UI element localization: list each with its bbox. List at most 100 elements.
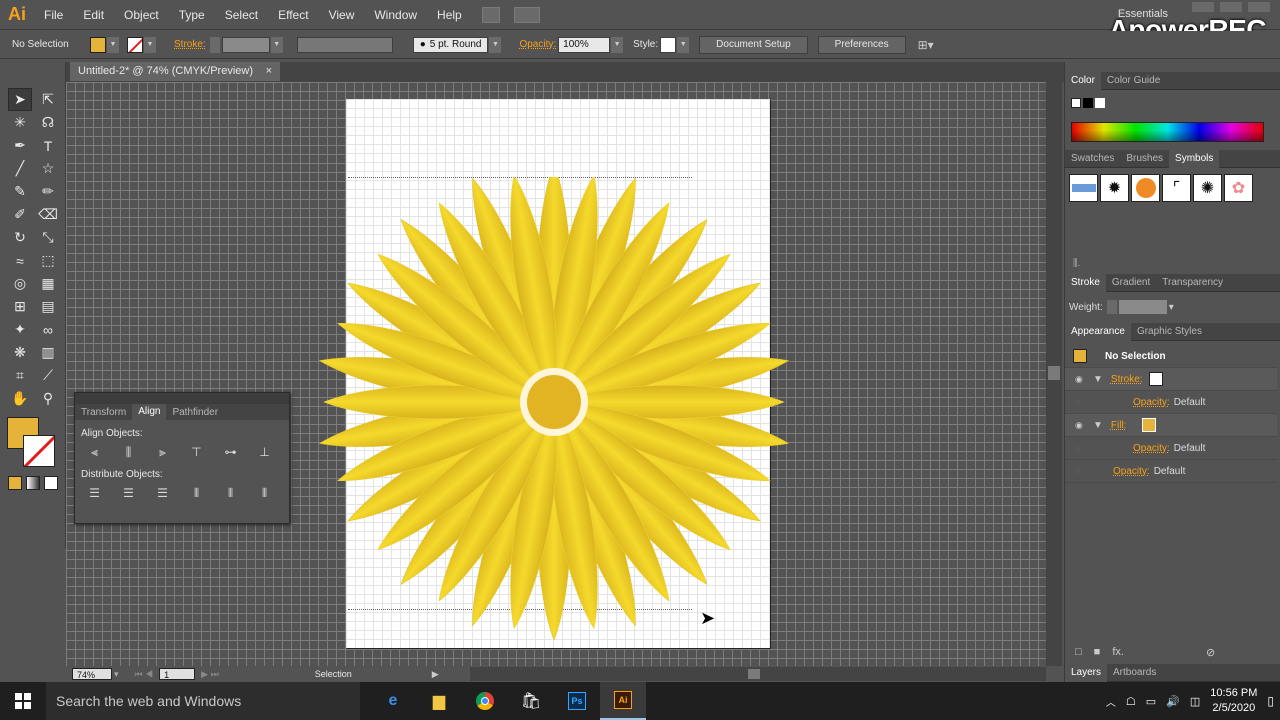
appearance-stroke-row[interactable]: ◉ ▼ Stroke: <box>1065 368 1277 391</box>
selection-tool-icon[interactable]: ➤ <box>8 88 32 111</box>
menu-type[interactable]: Type <box>169 8 215 22</box>
blob-brush-tool-icon[interactable]: ✐ <box>8 203 32 226</box>
menu-select[interactable]: Select <box>215 8 268 22</box>
gradient-mode-icon[interactable] <box>26 476 40 490</box>
arrange-icon[interactable]: ⊞▾ <box>918 38 934 52</box>
distribute-top-icon[interactable]: ☰ <box>83 484 106 502</box>
pencil-tool-icon[interactable]: ✏ <box>36 180 60 203</box>
tab-brushes[interactable]: Brushes <box>1120 150 1169 168</box>
appearance-stroke-label[interactable]: Stroke: <box>1111 374 1143 385</box>
tab-stroke[interactable]: Stroke <box>1065 273 1106 292</box>
stroke-dropdown[interactable]: ▼ <box>144 36 156 53</box>
menu-file[interactable]: File <box>34 8 73 22</box>
stroke-weight-field[interactable] <box>221 36 270 53</box>
tab-swatches[interactable]: Swatches <box>1065 150 1120 168</box>
next-artboard-icon[interactable]: ▶ ⏭ <box>201 669 219 680</box>
tab-color-guide[interactable]: Color Guide <box>1101 72 1166 90</box>
symbol-blue-banner-icon[interactable] <box>1069 174 1098 202</box>
new-fill-icon[interactable]: ■ <box>1094 646 1101 659</box>
tab-align[interactable]: Align <box>132 404 167 420</box>
preferences-button[interactable]: Preferences <box>817 35 906 54</box>
none-mode-icon[interactable] <box>44 476 58 490</box>
distribute-left-icon[interactable]: ⫴ <box>185 484 208 502</box>
artboard-tool-icon[interactable]: ⌗ <box>8 364 32 387</box>
paintbrush-tool-icon[interactable]: ✎ <box>8 180 32 203</box>
tray-chevron-icon[interactable]: ︿ <box>1106 694 1116 709</box>
line-tool-icon[interactable]: ╱ <box>8 157 32 180</box>
star-tool-icon[interactable]: ☆ <box>36 157 60 180</box>
scale-tool-icon[interactable]: ⤡ <box>36 226 60 249</box>
white-swatch[interactable] <box>1095 98 1105 108</box>
pen-tool-icon[interactable]: ✒ <box>8 134 32 157</box>
fx-icon[interactable]: fx. <box>1112 646 1124 659</box>
opacity-label[interactable]: Opacity: <box>519 39 556 50</box>
menu-object[interactable]: Object <box>114 8 169 22</box>
shape-builder-tool-icon[interactable]: ◎ <box>8 272 32 295</box>
status-menu-icon[interactable]: ▶ <box>432 669 439 680</box>
tab-graphic-styles[interactable]: Graphic Styles <box>1131 323 1208 341</box>
system-clock[interactable]: 10:56 PM 2/5/2020 <box>1210 686 1257 716</box>
gradient-tool-icon[interactable]: ▤ <box>36 295 60 318</box>
align-bottom-icon[interactable]: ⊥ <box>253 443 276 461</box>
distribute-bottom-icon[interactable]: ☰ <box>151 484 174 502</box>
stroke-color-box[interactable] <box>23 435 55 467</box>
eraser-tool-icon[interactable]: ⌫ <box>36 203 60 226</box>
appearance-fill-swatch[interactable] <box>1142 418 1157 432</box>
lasso-tool-icon[interactable]: ☊ <box>36 111 60 134</box>
first-artboard-icon[interactable]: ⏮ ◀ <box>135 669 154 680</box>
new-stroke-icon[interactable]: □ <box>1075 646 1082 659</box>
fill-swatch[interactable] <box>90 36 106 53</box>
fill-opacity-visibility-icon[interactable]: ◌ <box>1075 443 1089 453</box>
stroke-visibility-icon[interactable]: ◉ <box>1075 374 1089 385</box>
symbol-flower-icon[interactable]: ✿ <box>1224 174 1253 202</box>
stroke-disclosure-icon[interactable]: ▼ <box>1093 374 1103 385</box>
volume-icon[interactable]: 🔊 <box>1166 695 1180 708</box>
variable-width-profile[interactable] <box>296 36 393 53</box>
color-spectrum[interactable] <box>1071 122 1264 142</box>
brush-dropdown[interactable]: ▼ <box>489 36 502 53</box>
stroke-swatch[interactable] <box>127 36 143 53</box>
arrange-documents-button[interactable] <box>513 6 540 23</box>
symbol-frame-icon[interactable]: ⌜ <box>1162 174 1191 202</box>
distribute-vcenter-icon[interactable]: ☰ <box>117 484 140 502</box>
appearance-stroke-opacity-row[interactable]: ◌ Opacity: Default <box>1065 391 1277 414</box>
weight-spinner[interactable] <box>1106 300 1117 314</box>
tab-gradient[interactable]: Gradient <box>1106 274 1156 292</box>
symbol-orange-circle-icon[interactable] <box>1131 174 1160 202</box>
menu-help[interactable]: Help <box>427 8 472 22</box>
edge-browser-icon[interactable]: e <box>370 682 416 720</box>
fill-disclosure-icon[interactable]: ▼ <box>1093 420 1103 431</box>
symbol-ring-icon[interactable]: ✺ <box>1193 174 1222 202</box>
fill-dropdown[interactable]: ▼ <box>107 36 119 53</box>
none-swatch-icon[interactable] <box>1071 98 1081 108</box>
stroke-opacity-label[interactable]: Opacity: <box>1133 397 1170 408</box>
brush-definition[interactable]: ● 5 pt. Round <box>412 36 489 53</box>
align-hcenter-icon[interactable]: ⫼ <box>117 443 140 461</box>
bridge-button[interactable] <box>481 6 500 23</box>
stroke-label[interactable]: Stroke: <box>174 39 206 50</box>
vertical-scrollbar[interactable] <box>1046 82 1062 666</box>
document-tab-close[interactable]: × <box>266 65 272 78</box>
sunflower-artwork[interactable] <box>294 177 814 657</box>
vertical-scroll-thumb[interactable] <box>1048 366 1060 380</box>
fill-visibility-icon[interactable]: ◉ <box>1075 420 1089 431</box>
column-graph-tool-icon[interactable]: ▥ <box>36 341 60 364</box>
zoom-dropdown-icon[interactable]: ▾ <box>114 669 119 680</box>
notifications-icon[interactable]: ▯ <box>1267 694 1274 708</box>
style-swatch[interactable] <box>660 36 677 53</box>
free-transform-tool-icon[interactable]: ⬚ <box>36 249 60 272</box>
network-icon[interactable]: ◫ <box>1190 695 1200 708</box>
battery-icon[interactable]: ▭ <box>1146 695 1156 708</box>
tab-appearance[interactable]: Appearance <box>1065 322 1131 341</box>
maximize-button[interactable] <box>1220 2 1242 12</box>
slice-tool-icon[interactable]: ⟋ <box>36 364 60 387</box>
close-button[interactable] <box>1248 2 1270 12</box>
appearance-fill-label[interactable]: Fill: <box>1111 420 1127 431</box>
people-icon[interactable]: ☖ <box>1126 695 1136 708</box>
direct-selection-tool-icon[interactable]: ⇱ <box>36 88 60 111</box>
tab-color[interactable]: Color <box>1065 71 1101 90</box>
symbol-sprayer-tool-icon[interactable]: ❋ <box>8 341 32 364</box>
hand-tool-icon[interactable]: ✋ <box>8 387 32 410</box>
horizontal-scrollbar[interactable] <box>470 667 1046 681</box>
tab-symbols[interactable]: Symbols <box>1169 149 1220 168</box>
